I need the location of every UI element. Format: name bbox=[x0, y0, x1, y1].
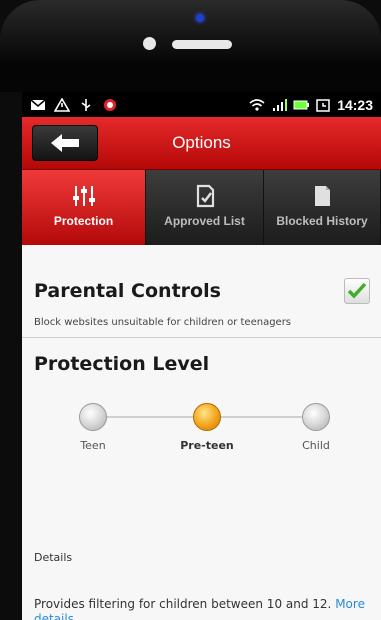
radio-child[interactable] bbox=[302, 403, 330, 431]
radio-pre-teen[interactable] bbox=[193, 403, 221, 431]
alarm-icon bbox=[316, 98, 330, 112]
phone-bezel-top bbox=[0, 0, 381, 92]
camera-icon bbox=[196, 14, 204, 22]
screen: 14:23 Options Protection Approved List B… bbox=[22, 92, 381, 620]
tab-bar: Protection Approved List Blocked History bbox=[22, 170, 381, 245]
warning-icon bbox=[54, 97, 70, 112]
details-label: Details bbox=[34, 551, 73, 564]
back-button[interactable] bbox=[32, 125, 98, 161]
protection-level-title: Protection Level bbox=[34, 353, 210, 375]
wifi-icon bbox=[249, 98, 265, 111]
tab-approved-list[interactable]: Approved List bbox=[146, 170, 264, 245]
page-title: Options bbox=[172, 133, 231, 152]
details-text: Provides filtering for children between … bbox=[34, 597, 374, 620]
mail-icon bbox=[30, 98, 46, 110]
details-description: Provides filtering for children between … bbox=[34, 597, 332, 611]
sliders-icon bbox=[72, 186, 95, 206]
tab-blocked-history[interactable]: Blocked History bbox=[264, 170, 381, 245]
back-arrow-icon bbox=[51, 134, 79, 152]
speaker-grille bbox=[172, 40, 232, 49]
parental-controls-title: Parental Controls bbox=[34, 280, 221, 302]
status-bar: 14:23 bbox=[22, 92, 381, 117]
alert-icon bbox=[104, 98, 116, 111]
battery-icon bbox=[293, 100, 310, 109]
approved-doc-icon bbox=[196, 184, 214, 208]
status-time: 14:23 bbox=[337, 96, 373, 113]
options-content: Parental Controls Block websites unsuita… bbox=[22, 245, 381, 620]
check-icon bbox=[347, 282, 367, 299]
radio-teen-label: Teen bbox=[80, 439, 106, 452]
usb-icon bbox=[81, 98, 91, 111]
signal-icon bbox=[273, 98, 288, 111]
tab-blocked-history-label: Blocked History bbox=[276, 214, 368, 228]
parental-controls-checkbox[interactable] bbox=[344, 278, 370, 304]
radio-teen[interactable] bbox=[79, 403, 107, 431]
tab-protection[interactable]: Protection bbox=[22, 170, 146, 245]
radio-pre-teen-label: Pre-teen bbox=[180, 439, 234, 452]
blocked-doc-icon bbox=[315, 186, 330, 206]
title-bar: Options bbox=[22, 117, 381, 170]
sensor-icon bbox=[143, 37, 156, 50]
divider bbox=[22, 337, 381, 338]
parental-controls-description: Block websites unsuitable for children o… bbox=[34, 317, 292, 328]
phone-frame: 14:23 Options Protection Approved List B… bbox=[0, 0, 381, 620]
tab-approved-list-label: Approved List bbox=[164, 214, 245, 228]
radio-child-label: Child bbox=[302, 439, 330, 452]
tab-protection-label: Protection bbox=[53, 214, 114, 228]
